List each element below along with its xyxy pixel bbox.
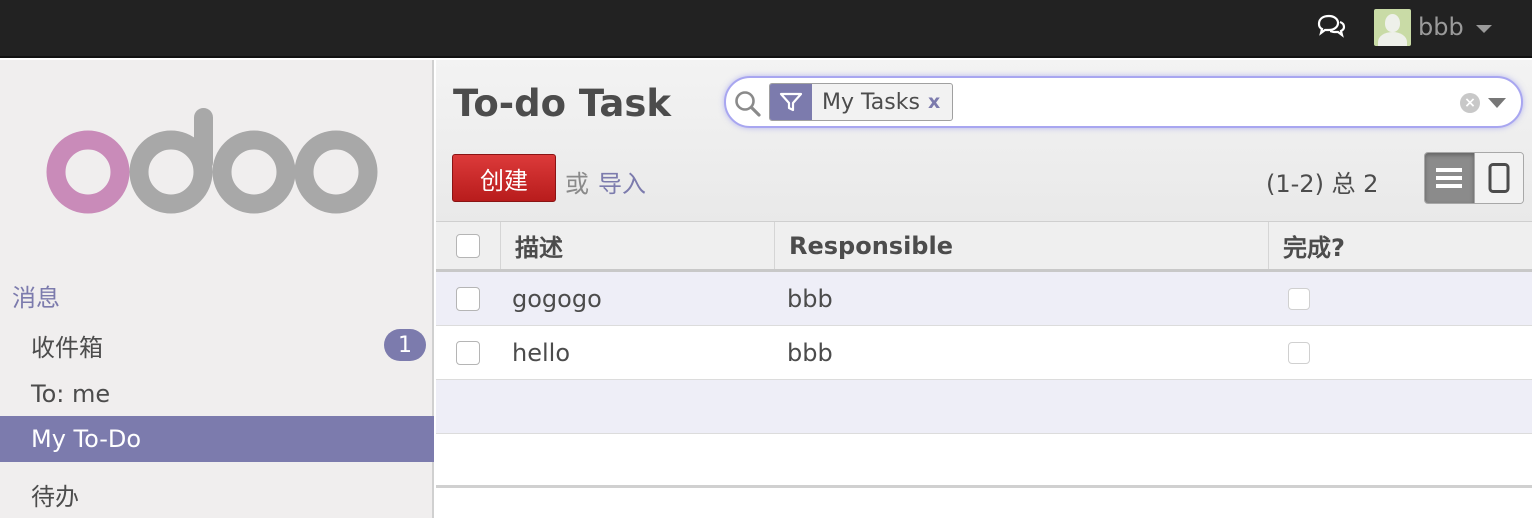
select-all-checkbox[interactable] — [456, 233, 480, 258]
chat-bubbles-icon[interactable] — [1316, 13, 1346, 39]
facet-label: My Tasks — [822, 89, 920, 115]
facet-remove-button[interactable]: x — [928, 91, 952, 113]
search-icon — [734, 90, 762, 118]
sidebar-item-label: My To-Do — [31, 425, 142, 453]
column-header-done[interactable]: 完成? — [1268, 222, 1532, 269]
clear-search-icon[interactable]: × — [1460, 93, 1480, 113]
filter-icon — [770, 84, 812, 120]
search-options-chevron-icon[interactable] — [1488, 98, 1506, 108]
cell-responsible: bbb — [787, 339, 833, 367]
cell-done — [1288, 326, 1310, 380]
view-switcher — [1424, 152, 1524, 204]
or-separator: 或 — [565, 170, 589, 198]
select-all-cell — [436, 222, 500, 269]
sidebar-section-messages: 消息 — [12, 284, 60, 312]
done-checkbox[interactable] — [1288, 342, 1310, 364]
cell-description: hello — [512, 339, 570, 367]
kanban-view-icon[interactable] — [1473, 153, 1523, 203]
sidebar-item-my-todo[interactable]: My To-Do — [0, 416, 434, 462]
empty-row — [436, 434, 1532, 488]
column-header-description[interactable]: 描述 — [500, 222, 774, 269]
sidebar-item-todo[interactable]: 待办 — [0, 471, 434, 517]
list-view-icon[interactable] — [1425, 153, 1474, 203]
column-header-responsible[interactable]: Responsible — [774, 222, 1268, 269]
sidebar-item-label: 待办 — [31, 482, 79, 511]
sidebar-item-label: 收件箱 — [31, 333, 103, 362]
table-row[interactable]: gogogo bbb — [436, 272, 1532, 326]
unread-count-badge: 1 — [384, 329, 426, 361]
table-footer-divider — [436, 485, 1532, 488]
sidebar-item-label: To: me — [31, 380, 111, 408]
odoo-logo — [46, 104, 386, 220]
chevron-down-icon — [1475, 25, 1492, 33]
row-checkbox[interactable] — [456, 287, 480, 311]
search-facet: My Tasks x — [769, 83, 954, 121]
sidebar-item-to-me[interactable]: To: me — [0, 371, 434, 417]
sidebar-item-inbox[interactable]: 收件箱 1 — [0, 322, 434, 368]
main-content: To-do Task My Tasks x × 创建 或 导入 (1-2) 总 … — [436, 60, 1532, 518]
sidebar: 消息 收件箱 1 To: me My To-Do 待办 — [0, 60, 434, 518]
table-header: 描述 Responsible 完成? — [436, 222, 1532, 272]
create-button[interactable]: 创建 — [452, 154, 556, 202]
done-checkbox[interactable] — [1288, 288, 1310, 310]
control-panel: To-do Task My Tasks x × 创建 或 导入 (1-2) 总 … — [436, 60, 1532, 222]
row-select-cell — [456, 326, 480, 380]
cell-responsible: bbb — [787, 285, 833, 313]
top-navbar: bbb — [0, 0, 1532, 58]
user-name: bbb — [1418, 13, 1464, 41]
pager-value[interactable]: (1-2) 总 2 — [1266, 164, 1378, 199]
search-input[interactable]: My Tasks x × — [724, 76, 1523, 128]
table-row[interactable]: hello bbb — [436, 326, 1532, 380]
cell-description: gogogo — [512, 285, 602, 313]
empty-row — [436, 380, 1532, 434]
import-link[interactable]: 导入 — [598, 164, 646, 199]
row-select-cell — [456, 272, 480, 326]
row-checkbox[interactable] — [456, 341, 480, 365]
cell-done — [1288, 272, 1310, 326]
user-avatar-icon — [1374, 8, 1411, 46]
user-menu[interactable]: bbb — [1374, 8, 1492, 46]
task-list-table: 描述 Responsible 完成? gogogo bbb hello bbb — [436, 222, 1532, 488]
page-title: To-do Task — [453, 82, 671, 125]
